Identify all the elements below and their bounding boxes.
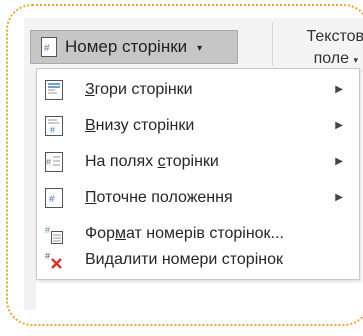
menu-item-top-of-page[interactable]: Згори сторінки ▶ (37, 73, 359, 107)
menu-item-label: На полях сторінки (85, 153, 219, 170)
page-number-button-label: Номер сторінки (65, 37, 188, 56)
svg-text:#: # (44, 43, 50, 54)
menu-item-bottom-of-page[interactable]: # Внизу сторінки ▶ (37, 109, 359, 143)
page-number-button[interactable]: # Номер сторінки ▾ (30, 30, 238, 64)
menu-item-label: Згори сторінки (85, 81, 193, 98)
chevron-right-icon: ▶ (335, 120, 343, 131)
chevron-right-icon: ▶ (335, 192, 343, 203)
page-bottom-icon: # (45, 116, 63, 136)
format-page-numbers-icon: # (45, 225, 63, 244)
page-margins-icon: # (45, 152, 63, 172)
chevron-right-icon: ▶ (335, 156, 343, 167)
page-number-icon: # (41, 37, 57, 57)
chevron-down-icon: ▾ (197, 43, 203, 54)
text-field-button[interactable]: Текстов поле ▾ (282, 26, 363, 71)
page-number-menu: Згори сторінки ▶ # Внизу сторінки ▶ # На… (36, 68, 360, 280)
menu-item-label: Видалити номери сторінок (85, 251, 283, 268)
page-top-icon (45, 80, 63, 100)
text-field-label-line1: Текстов (306, 28, 363, 45)
svg-text:#: # (46, 157, 51, 167)
svg-text:#: # (50, 125, 55, 135)
ribbon-separator (272, 22, 273, 66)
svg-text:#: # (45, 225, 50, 235)
remove-page-numbers-icon: # (45, 251, 62, 269)
svg-text:#: # (45, 251, 50, 261)
chevron-down-icon: ▾ (353, 55, 358, 65)
chevron-right-icon: ▶ (335, 84, 343, 95)
menu-item-remove-page-numbers[interactable]: # Видалити номери сторінок (37, 243, 359, 277)
menu-item-page-margins[interactable]: # На полях сторінки ▶ (37, 145, 359, 179)
menu-item-current-position[interactable]: # Поточне положення ▶ (37, 181, 359, 215)
svg-text:#: # (49, 194, 55, 205)
text-field-label-line2: поле (313, 50, 350, 67)
document-edge (24, 70, 36, 310)
menu-item-label: Внизу сторінки (85, 117, 195, 134)
current-position-icon: # (45, 188, 63, 208)
menu-item-label: Поточне положення (85, 189, 233, 206)
menu-item-label: Формат номерів сторінок... (85, 225, 284, 242)
